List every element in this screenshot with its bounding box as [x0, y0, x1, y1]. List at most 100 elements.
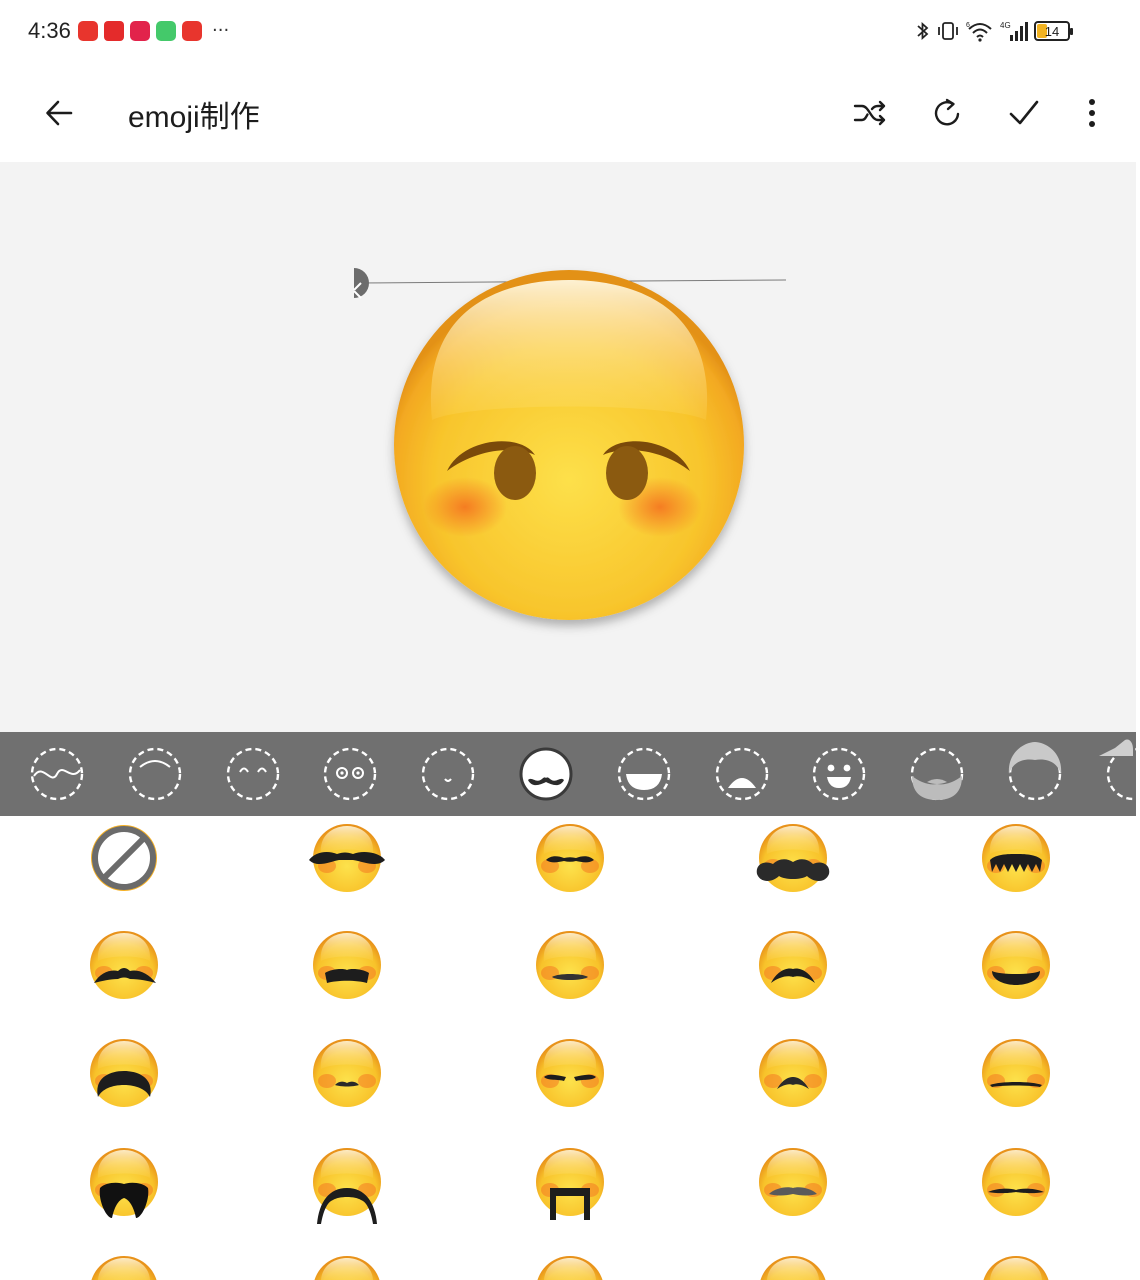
category-beard[interactable] — [909, 746, 965, 802]
category-eyes-closed[interactable] — [225, 746, 281, 802]
mustache-option-bushy-wide[interactable] — [84, 925, 164, 1005]
cellular-4g-icon: 4G — [1000, 21, 1028, 41]
mustache-option-tiny-pointed[interactable] — [307, 1033, 387, 1113]
wifi-icon: 6 — [966, 22, 992, 42]
mustache-thumb-icon — [90, 1039, 158, 1107]
status-time: 4:36 — [28, 18, 71, 43]
mustache-option-horseshoe-full[interactable] — [84, 1033, 164, 1113]
more-options-button[interactable] — [1069, 90, 1115, 136]
shuffle-button[interactable] — [847, 90, 893, 136]
category-strip — [0, 732, 1136, 816]
mustache-thumb-icon — [760, 1256, 826, 1280]
none-icon — [91, 825, 157, 891]
mustache-option-partial-2[interactable] — [307, 1250, 387, 1280]
system-icons: 6 4G 14 — [916, 20, 1073, 42]
confirm-button[interactable] — [1001, 90, 1047, 136]
mustache-option-partial-5[interactable] — [976, 1250, 1056, 1280]
mustache-option-split-curl[interactable] — [530, 1033, 610, 1113]
emoji-preview-svg — [353, 268, 787, 620]
mustache-option-partial-4[interactable] — [753, 1250, 833, 1280]
mustache-thumb-icon — [759, 931, 827, 999]
video-app-icon — [78, 21, 98, 41]
eyes-closed-icon — [226, 747, 279, 801]
vibrate-icon — [938, 22, 958, 40]
mustache-option-handlebar-large[interactable] — [307, 818, 387, 898]
outline-icon — [30, 747, 84, 801]
mustache-option-partial-3[interactable] — [530, 1250, 610, 1280]
hair-icon — [1008, 742, 1062, 801]
mustache-option-walrus[interactable] — [84, 1142, 164, 1222]
mustache-option-arch[interactable] — [753, 925, 833, 1005]
back-button[interactable] — [36, 90, 82, 136]
bluetooth-icon — [917, 21, 929, 41]
emoji-face — [394, 270, 744, 620]
mustache-option-none[interactable] — [84, 818, 164, 898]
mustache-thumb-icon — [313, 1039, 381, 1107]
mustache-option-fringe[interactable] — [976, 818, 1056, 898]
mustache-option-thin-dash[interactable] — [530, 925, 610, 1005]
page-title: emoji制作 — [128, 101, 260, 134]
shuffle-icon — [853, 100, 886, 126]
shop-app-icon — [130, 21, 150, 41]
mustache-option-pencil-thin[interactable] — [976, 1142, 1056, 1222]
mustache-thumb-icon — [536, 824, 604, 892]
category-hair[interactable] — [1007, 742, 1063, 802]
mustache-thumb-icon — [536, 1148, 604, 1220]
category-mouth-small[interactable] — [420, 746, 476, 802]
mustache-option-soft-brush[interactable] — [753, 1142, 833, 1222]
mustache-grid — [0, 816, 1136, 1280]
more-vert-icon — [1089, 99, 1095, 127]
category-mouth[interactable] — [616, 746, 672, 802]
battery-icon: 14 — [1034, 21, 1073, 41]
category-hat[interactable] — [1098, 739, 1136, 802]
mustache-option-handlebar-small[interactable] — [530, 818, 610, 898]
app-bar: emoji制作 — [0, 64, 1140, 162]
mustache-option-long-droop[interactable] — [307, 1142, 387, 1224]
mustache-thumb-icon — [90, 1148, 158, 1218]
mustache-option-thick-bar[interactable] — [307, 925, 387, 1005]
battery-level: 14 — [1044, 23, 1060, 39]
mustache-option-straight-line[interactable] — [976, 1033, 1056, 1113]
left-blush — [423, 477, 507, 537]
category-mouth-open[interactable] — [714, 746, 770, 802]
face-full-icon — [813, 747, 866, 801]
right-eye — [606, 446, 648, 500]
emoji-preview-canvas[interactable] — [0, 162, 1136, 732]
mouth-open-icon — [715, 747, 768, 801]
eyebrows-icon — [128, 747, 181, 801]
refresh-button[interactable] — [924, 90, 970, 136]
mouth-small-icon — [421, 747, 475, 801]
status-bar: 4:36 ··· 6 4G 14 — [0, 0, 1140, 64]
mustache-thumb-icon — [759, 1148, 827, 1216]
mustache-thumb-icon — [982, 931, 1050, 999]
category-mustache[interactable] — [518, 746, 574, 802]
refresh-icon — [934, 98, 960, 126]
mustache-option-partial-1[interactable] — [84, 1250, 164, 1280]
mustache-thumb-icon — [983, 1256, 1049, 1280]
eyes-icon — [324, 747, 377, 801]
svg-text:4G: 4G — [1000, 21, 1011, 30]
mustache-thumb-icon — [313, 931, 381, 999]
category-face-full[interactable] — [811, 746, 867, 802]
mustache-thumb-icon — [90, 931, 158, 999]
category-outline[interactable] — [29, 746, 85, 802]
mouth-icon — [617, 747, 670, 801]
mustache-thumb-icon — [536, 1039, 604, 1107]
chat-app-icon — [156, 21, 176, 41]
arrow-left-icon — [46, 100, 73, 126]
mustache-option-square-frame[interactable] — [530, 1142, 610, 1222]
mustache-option-big-curly[interactable] — [753, 818, 833, 898]
mustache-thumb-icon — [759, 1039, 827, 1107]
category-eyes[interactable] — [322, 746, 378, 802]
notification-icons: ··· — [78, 21, 229, 41]
mustache-thumb-icon — [536, 931, 604, 999]
selection-delete-handle[interactable] — [353, 268, 369, 299]
mustache-option-smile-bar[interactable] — [976, 925, 1056, 1005]
category-eyebrows[interactable] — [127, 746, 183, 802]
mustache-option-small-arch[interactable] — [753, 1033, 833, 1113]
mustache-thumb-icon — [309, 824, 385, 892]
mustache-thumb-icon — [91, 1256, 157, 1280]
mustache-icon — [519, 747, 573, 801]
news-app-icon — [182, 21, 202, 41]
svg-text:6: 6 — [966, 22, 970, 29]
